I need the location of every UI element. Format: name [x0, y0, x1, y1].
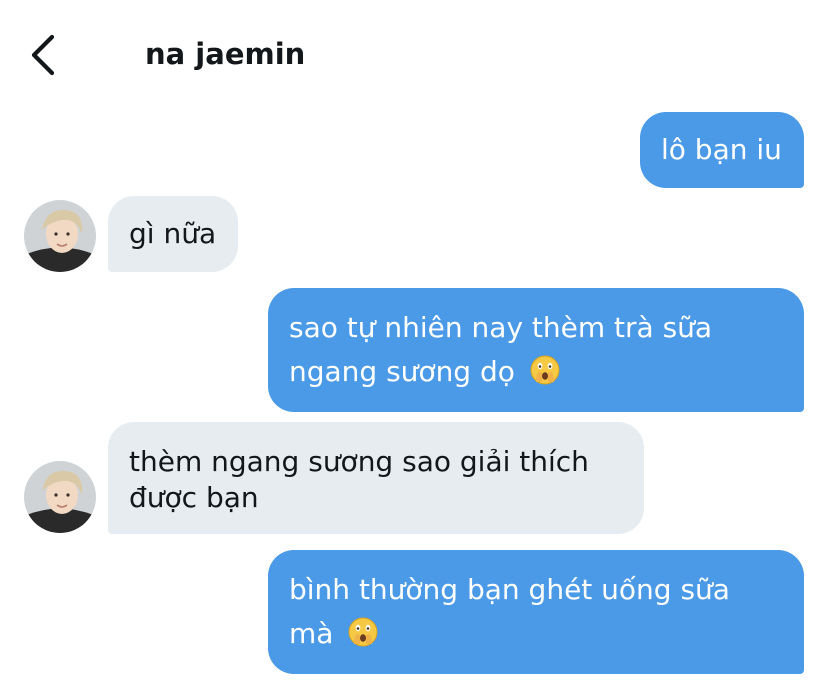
conversation-title: na jaemin [145, 37, 306, 71]
profile-photo [24, 461, 96, 533]
conversation-header: na jaemin [0, 0, 826, 100]
sent-message[interactable]: lô bạn iu [640, 112, 804, 188]
avatar[interactable] [24, 461, 96, 533]
message-text: mà [289, 617, 334, 650]
profile-photo [24, 200, 96, 272]
face-with-open-eyes-and-hand-over-mouth-icon [348, 617, 378, 647]
back-button[interactable] [22, 30, 72, 80]
received-message[interactable]: gì nữa [108, 196, 238, 272]
face-with-open-eyes-and-hand-over-mouth-icon [530, 355, 560, 385]
avatar[interactable] [24, 200, 96, 272]
message-text-line: bình thường bạn ghét uống sữa [289, 573, 730, 606]
received-message[interactable]: thèm ngang sương sao giải thích được bạn [108, 422, 644, 534]
message-text: lô bạn iu [661, 133, 782, 166]
sent-message[interactable]: sao tự nhiên nay thèm trà sữa ngang sươn… [268, 288, 804, 412]
message-text: ngang sương dọ [289, 355, 515, 388]
message-text-line-with-emoji: ngang sương dọ [289, 354, 783, 390]
chevron-left-icon [31, 34, 55, 76]
message-text: gì nữa [129, 217, 217, 250]
message-text-line: được bạn [129, 481, 259, 514]
sent-message[interactable]: bình thường bạn ghét uống sữa mà [268, 550, 804, 674]
message-text-line: sao tự nhiên nay thèm trà sữa [289, 311, 713, 344]
message-text-line: thèm ngang sương sao giải thích [129, 445, 589, 478]
message-text-line-with-emoji: mà [289, 616, 783, 652]
